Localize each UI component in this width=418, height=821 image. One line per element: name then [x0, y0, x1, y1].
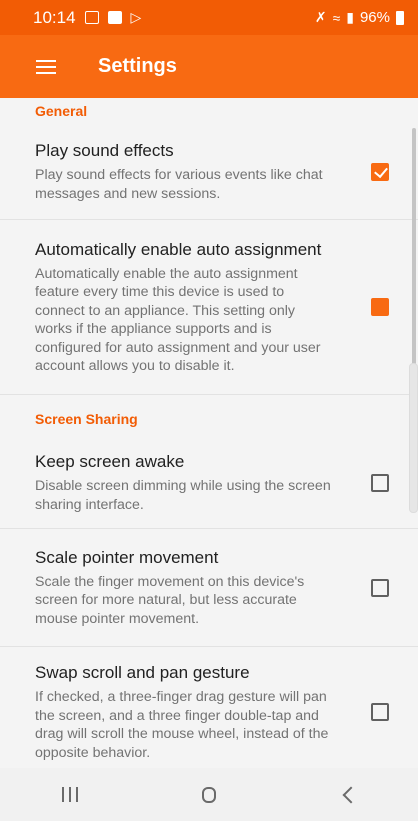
back-button[interactable]	[318, 775, 378, 815]
pref-summary: Scale the finger movement on this device…	[35, 573, 305, 627]
pref-title: Automatically enable auto assignment	[35, 239, 322, 259]
navigation-bar	[0, 768, 418, 821]
auto-assignment-checkbox[interactable]	[371, 298, 389, 316]
battery-percent: 96%	[359, 9, 390, 26]
section-header-screen-sharing: Screen Sharing	[35, 411, 138, 427]
mute-icon: ✗	[314, 9, 327, 25]
pref-play-sound-effects[interactable]: Play sound effects Play sound effects fo…	[0, 124, 418, 220]
page-title: Settings	[98, 55, 177, 77]
section-header-general: General	[35, 103, 88, 119]
scroll-knob[interactable]	[409, 363, 418, 513]
recent-apps-button[interactable]	[40, 775, 100, 815]
home-icon	[201, 786, 216, 803]
pref-summary: Automatically enable the auto assignment…	[35, 265, 321, 375]
settings-list[interactable]: General Play sound effects Play sound ef…	[0, 98, 418, 768]
wifi-icon: ≈	[332, 9, 341, 26]
pref-title: Keep screen awake	[35, 452, 185, 471]
pref-title: Swap scroll and pan gesture	[35, 663, 250, 682]
keep-screen-awake-checkbox[interactable]	[371, 473, 389, 492]
app-notification-icon: ▷	[130, 9, 142, 25]
pref-title: Scale pointer movement	[35, 547, 219, 567]
home-button[interactable]	[179, 775, 239, 815]
gallery-icon	[84, 11, 99, 24]
pref-summary: If checked, a three-finger drag gesture …	[35, 689, 329, 761]
scrollbar[interactable]	[412, 128, 416, 398]
scale-pointer-movement-checkbox[interactable]	[371, 578, 389, 597]
pref-keep-screen-awake[interactable]: Keep screen awake Disable screen dimming…	[0, 437, 418, 529]
hamburger-menu-icon[interactable]	[36, 59, 56, 74]
pref-auto-assignment[interactable]: Automatically enable auto assignment Aut…	[0, 220, 418, 395]
status-bar: 10:14 ▷ ✗ ≈ ▮ 96%	[0, 0, 418, 35]
pref-summary: Disable screen dimming while using the s…	[35, 478, 331, 513]
back-icon	[342, 786, 360, 803]
signal-icon: ▮	[346, 9, 354, 25]
play-sound-effects-checkbox[interactable]	[371, 162, 389, 181]
status-time: 10:14	[33, 7, 76, 27]
app-bar: Settings	[0, 35, 418, 98]
recent-apps-icon	[61, 787, 78, 802]
battery-icon	[396, 10, 404, 25]
pref-summary: Play sound effects for various events li…	[35, 167, 323, 202]
pref-swap-scroll-pan[interactable]: Swap scroll and pan gesture If checked, …	[0, 647, 418, 768]
pref-scale-pointer-movement[interactable]: Scale pointer movement Scale the finger …	[0, 529, 418, 647]
message-icon	[107, 11, 122, 24]
pref-title: Play sound effects	[35, 141, 174, 160]
swap-scroll-pan-checkbox[interactable]	[371, 703, 389, 721]
